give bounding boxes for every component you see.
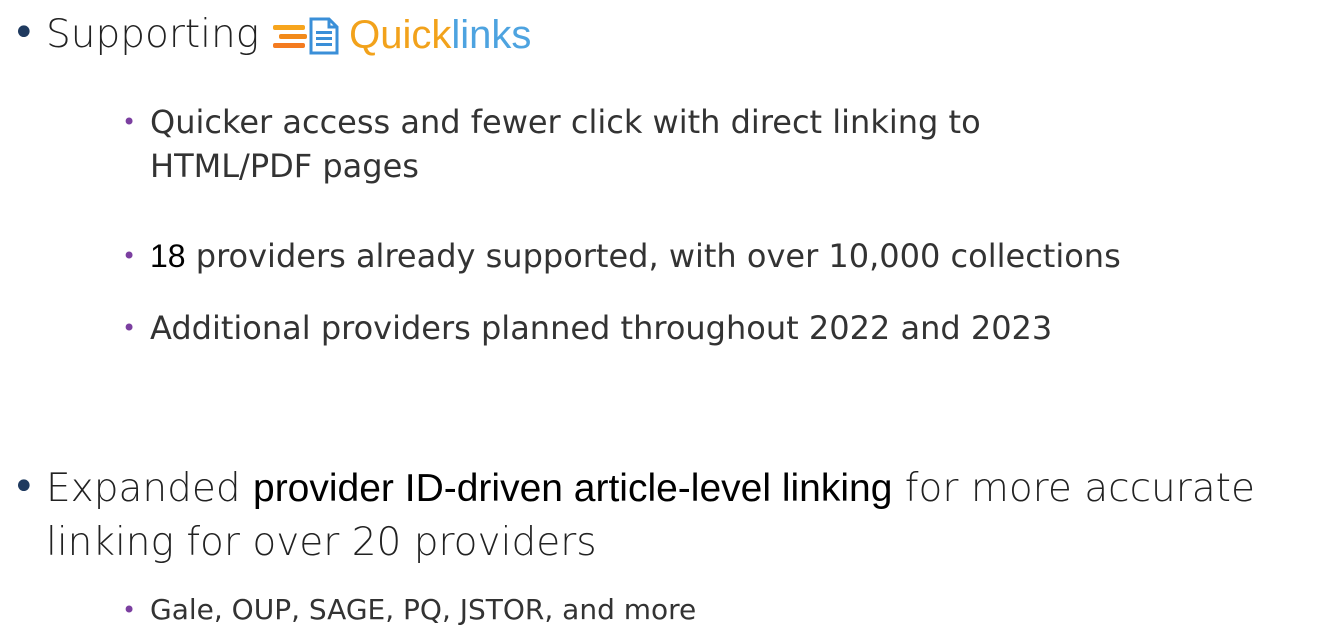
sub-bullet-dot: •: [122, 242, 137, 270]
sub-bullet-text: Additional providers planned throughout …: [150, 309, 1053, 347]
sub-bullet-provider-list: • Gale, OUP, SAGE, PQ, JSTOR, and more: [122, 590, 1122, 630]
bullet-dot: •: [12, 464, 36, 510]
quicklinks-logo-text: Quicklinks: [349, 13, 532, 57]
sub-bullet-text: Gale, OUP, SAGE, PQ, JSTOR, and more: [150, 593, 697, 626]
sub-bullet-dot: •: [122, 108, 137, 136]
bullet-text: Supporting Quicklinks: [46, 8, 531, 62]
bullet-label: Supporting: [46, 12, 260, 57]
bullet-dot: •: [12, 10, 36, 56]
slide: • Supporting Quicklinks • Quicker access…: [0, 0, 1322, 640]
sub-bullet-additional-providers: • Additional providers planned throughou…: [122, 306, 1302, 350]
quicklinks-logo: Quicklinks: [273, 8, 531, 62]
bullet-supporting: • Supporting Quicklinks: [12, 8, 531, 62]
sub-bullet-text: Quicker access and fewer click with dire…: [150, 103, 981, 185]
sub-bullet-providers-supported: • 18 providers already supported, with o…: [122, 234, 1312, 278]
quicklinks-logo-icon: [273, 17, 339, 55]
bullet-text: Expanded provider ID-driven article-leve…: [46, 466, 1255, 565]
sub-bullet-dot: •: [122, 596, 137, 624]
sub-bullet-dot: •: [122, 314, 137, 342]
bullet-expanded-linking: • Expanded provider ID-driven article-le…: [12, 462, 1312, 570]
provider-count-highlight: 18: [150, 238, 186, 274]
linking-highlight: provider ID-driven article-level linking: [253, 467, 893, 510]
sub-bullet-quicker-access: • Quicker access and fewer click with di…: [122, 100, 1162, 188]
sub-bullet-text: 18 providers already supported, with ove…: [150, 237, 1121, 275]
